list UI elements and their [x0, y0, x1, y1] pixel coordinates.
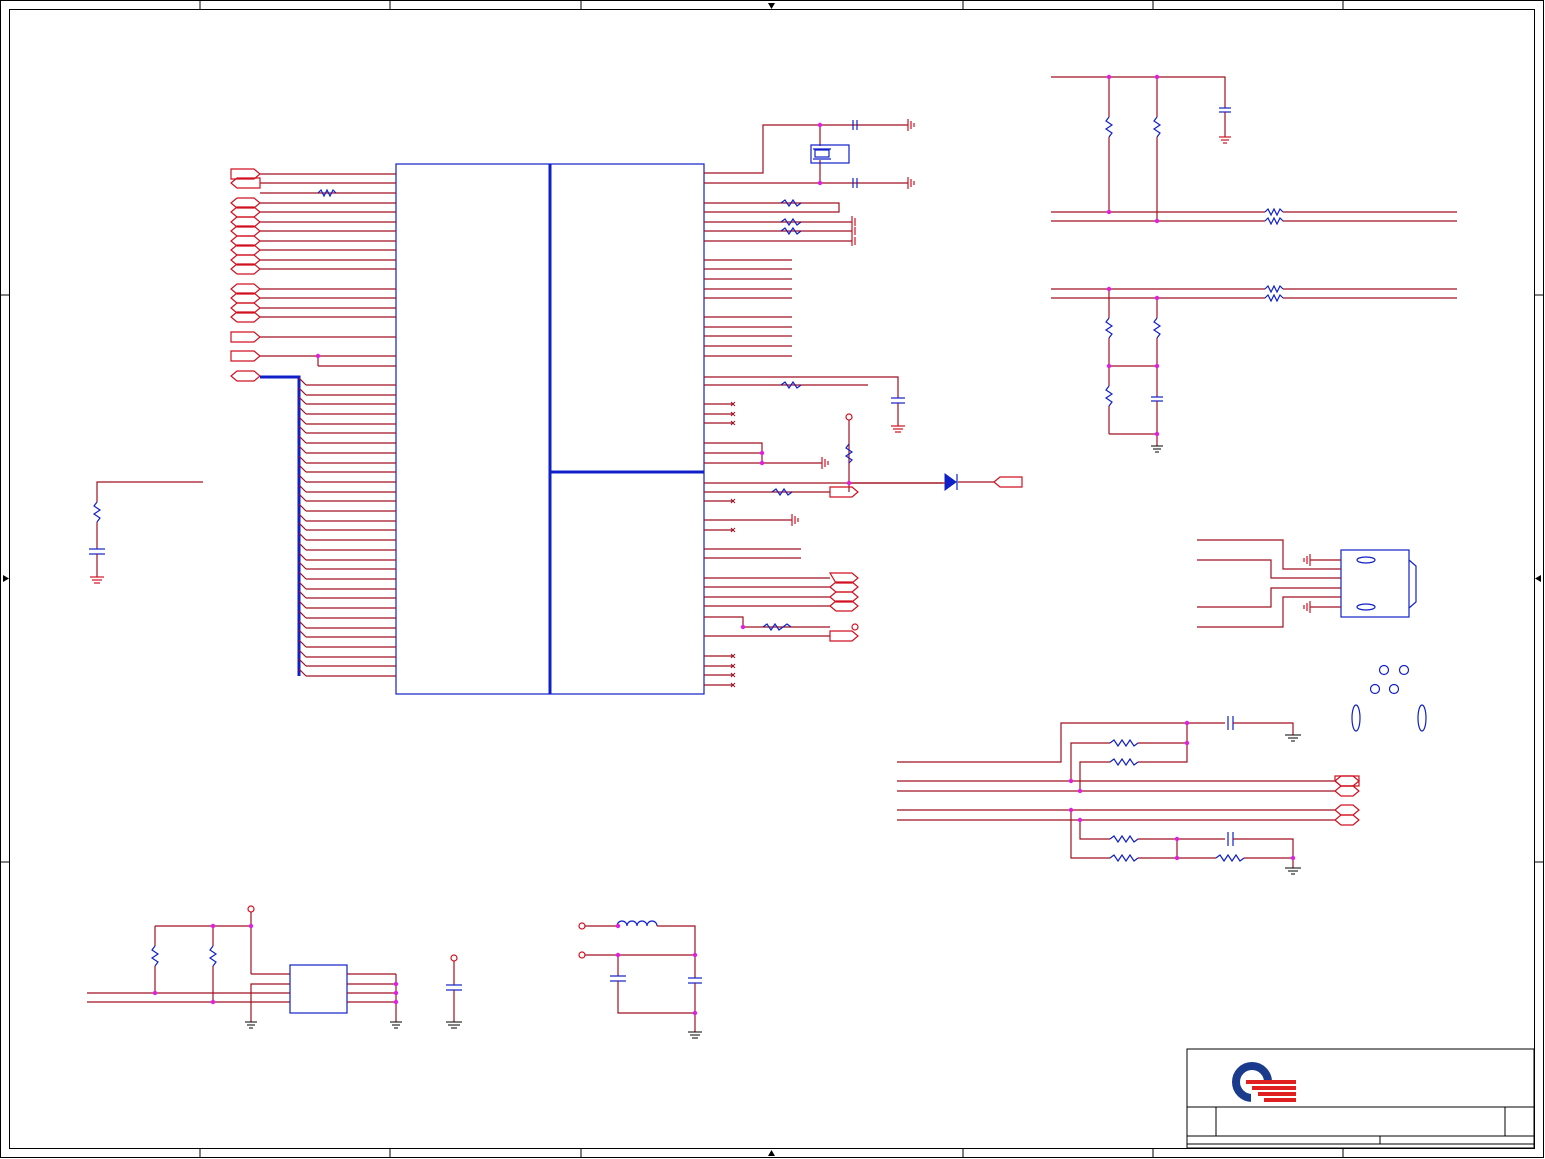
main-ic	[395, 163, 705, 695]
bus-entries	[298, 377, 396, 677]
capacitor-icon	[852, 120, 858, 188]
resistor-icon	[762, 198, 854, 632]
connector-icon	[1197, 539, 1417, 628]
junction-dot	[315, 353, 321, 359]
left-pin-wires	[260, 173, 396, 367]
capacitor-icon	[891, 397, 905, 404]
eeprom-circuit	[87, 905, 402, 1029]
no-connect-marks	[730, 401, 736, 688]
quanta-q-logo	[1232, 1062, 1297, 1106]
pullup-network-top	[1051, 74, 1457, 226]
diode-icon	[849, 473, 958, 491]
address-bus	[260, 375, 301, 676]
inductor-icon	[578, 920, 702, 1039]
junction-dots	[740, 122, 852, 630]
termination-network	[897, 716, 1360, 875]
pullup-network-mid	[1051, 284, 1457, 453]
ground-icon	[891, 425, 905, 433]
crystal-icon	[810, 125, 850, 183]
rc-network-left	[89, 481, 203, 584]
title-block	[1186, 1048, 1535, 1149]
schematic-sheet	[0, 0, 1544, 1158]
mounting-hole-icon	[1351, 664, 1427, 732]
decoupling-cap	[446, 954, 462, 1029]
left-ports	[230, 168, 261, 382]
right-ports	[828, 476, 1023, 642]
